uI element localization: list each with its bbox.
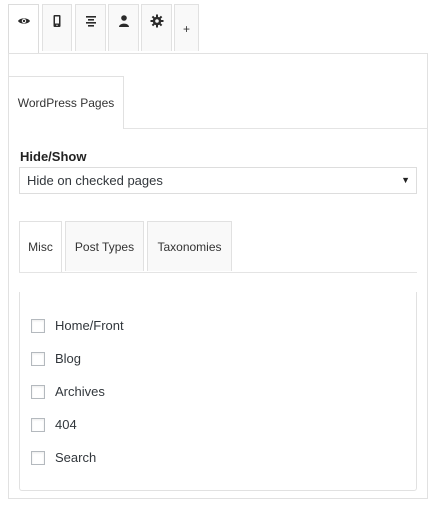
checkbox-label: Search	[55, 450, 97, 465]
checkbox-label: 404	[55, 417, 77, 432]
condition-tabs: Misc Post Types Taxonomies	[19, 221, 417, 273]
checkbox-archives[interactable]: Archives	[31, 384, 105, 399]
tab-users[interactable]	[108, 4, 139, 51]
tab-alignment[interactable]	[75, 4, 106, 51]
tab-settings[interactable]	[141, 4, 172, 51]
checkbox[interactable]	[31, 318, 45, 333]
user-icon	[118, 15, 129, 27]
plus-icon: +	[182, 22, 190, 36]
checkbox-label: Blog	[55, 351, 82, 366]
tab-add[interactable]: +	[174, 4, 199, 51]
tab-wordpress-pages[interactable]: WordPress Pages	[9, 76, 124, 129]
checkbox[interactable]	[31, 450, 45, 465]
tab-taxonomies[interactable]: Taxonomies	[147, 221, 232, 271]
hide-show-label: Hide/Show	[20, 149, 87, 164]
hide-show-selected-value: Hide on checked pages	[27, 173, 163, 188]
mobile-icon	[53, 15, 61, 27]
tab-devices[interactable]	[42, 4, 72, 51]
checkbox[interactable]	[31, 417, 45, 432]
caret-down-icon: ▼	[401, 175, 410, 185]
align-center-icon	[85, 16, 96, 27]
section-tabs: WordPress Pages	[9, 76, 427, 129]
checkbox-404[interactable]: 404	[31, 417, 77, 432]
eye-icon	[17, 18, 30, 24]
tab-post-types[interactable]: Post Types	[65, 221, 144, 271]
checkbox-label: Home/Front	[55, 318, 124, 333]
tab-visibility[interactable]	[8, 4, 39, 54]
settings-panel: WordPress Pages Hide/Show Hide on checke…	[8, 53, 428, 499]
hide-show-select[interactable]: Hide on checked pages ▼	[19, 167, 417, 194]
gear-icon	[150, 14, 163, 28]
checkbox[interactable]	[31, 384, 45, 399]
checkbox-label: Archives	[55, 384, 105, 399]
checkbox-blog[interactable]: Blog	[31, 351, 81, 366]
misc-checkbox-list: Home/Front Blog Archives 404 Search	[19, 292, 417, 491]
checkbox-home-front[interactable]: Home/Front	[31, 318, 124, 333]
checkbox[interactable]	[31, 351, 45, 366]
tab-misc[interactable]: Misc	[19, 221, 62, 272]
checkbox-search[interactable]: Search	[31, 450, 96, 465]
